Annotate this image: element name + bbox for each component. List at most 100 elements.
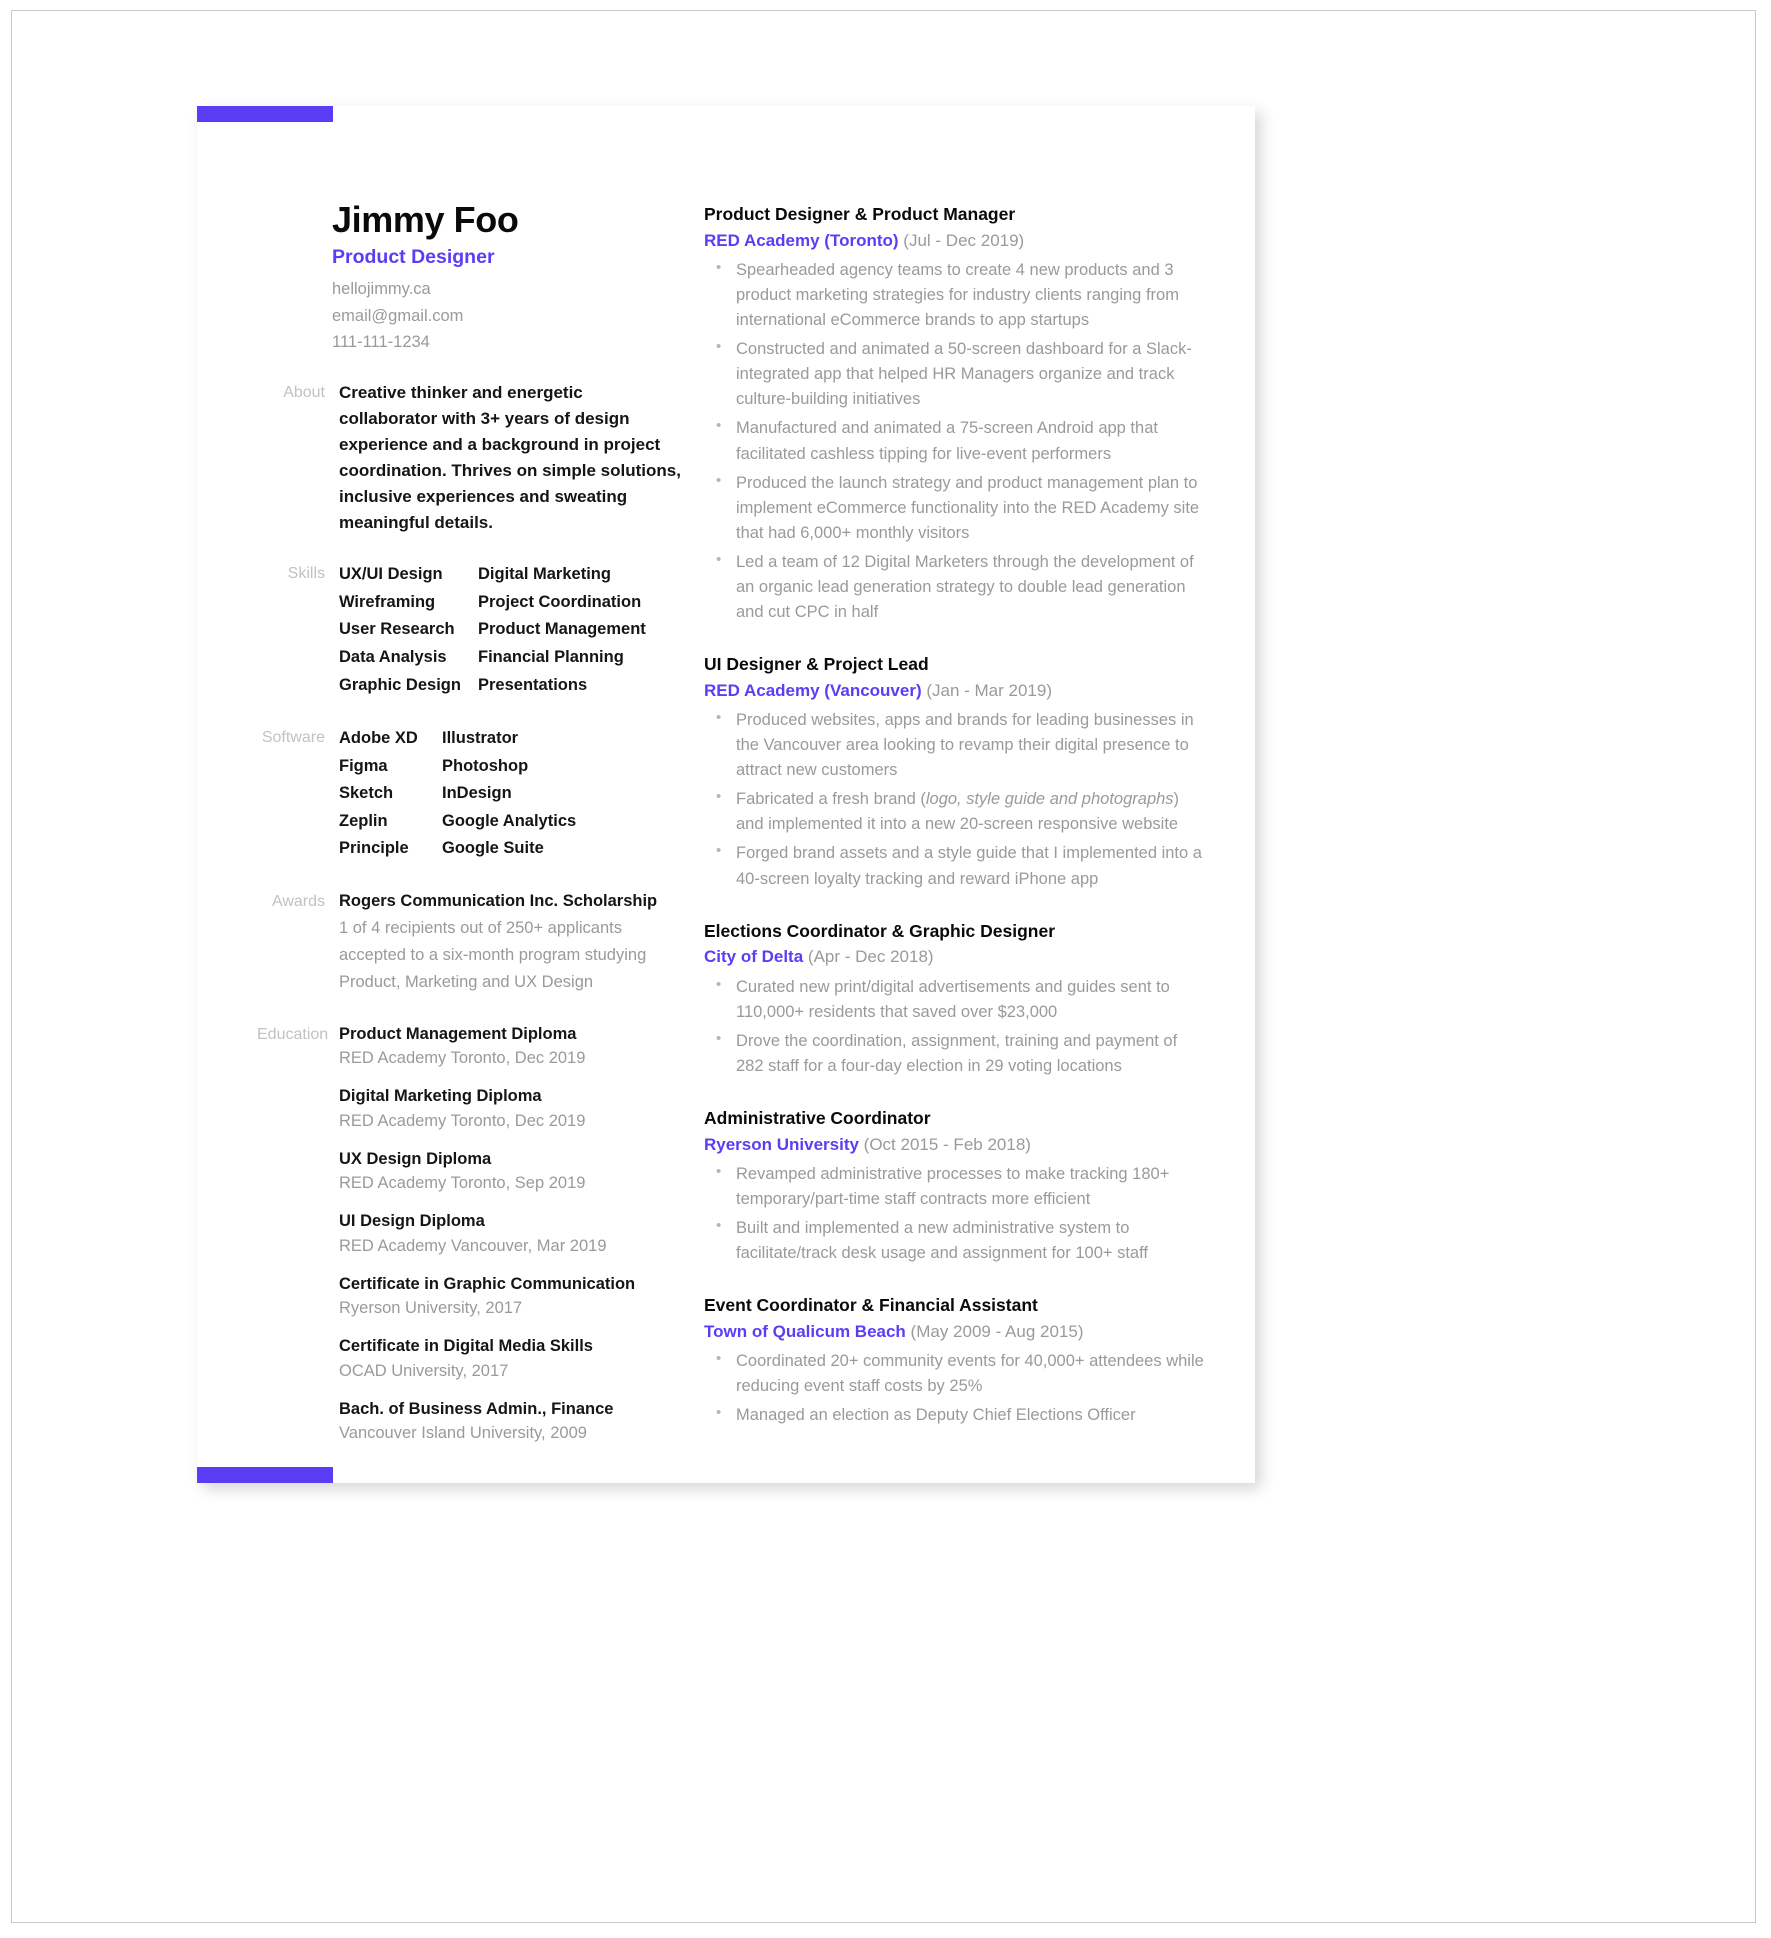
education-degree: Certificate in Digital Media Skills (339, 1337, 593, 1356)
experience-item: Product Designer & Product Manager RED Ac… (704, 202, 1204, 625)
education-degree: Bach. of Business Admin., Finance (339, 1399, 614, 1418)
education-school: OCAD University, 2017 (339, 1361, 509, 1380)
award-title: Rogers Communication Inc. Scholarship (339, 891, 658, 910)
award-description: 1 of 4 recipients out of 250+ applicants… (339, 919, 647, 991)
list-item: Principle (339, 839, 409, 858)
contact-phone: 111-111-1234 (332, 333, 430, 351)
education-school: Ryerson University, 2017 (339, 1299, 523, 1318)
job-title: Elections Coordinator & Graphic Designer (704, 920, 1056, 941)
education-school: RED Academy Vancouver, Mar 2019 (339, 1236, 607, 1255)
software-label: Software (261, 729, 325, 747)
section-software: Software Adobe XD Figma Sketch Zeplin Princi… (257, 725, 682, 863)
job-bullet: Managed an election as Deputy Chief Elec… (704, 1402, 1204, 1428)
list-item: Illustrator (442, 729, 519, 748)
section-education: Education Product Management Diploma RED … (257, 1022, 682, 1447)
list-item: Presentations (478, 675, 588, 694)
education-school: RED Academy Toronto, Dec 2019 (339, 1049, 586, 1068)
about-label: About (283, 384, 325, 402)
job-bullet-list: Produced websites, apps and brands for l… (704, 707, 1204, 892)
list-item: UX/UI Design (339, 565, 443, 584)
job-dates: (May 2009 - Aug 2015) (905, 1321, 1084, 1341)
education-school: RED Academy Toronto, Dec 2019 (339, 1111, 586, 1130)
list-item: User Research (339, 620, 455, 639)
job-bullet: Forged brand assets and a style guide th… (704, 840, 1204, 891)
job-title: Product Designer & Product Manager (704, 204, 1016, 224)
education-item: Digital Marketing Diploma RED Academy Tor… (339, 1084, 682, 1134)
job-meta: RED Academy (Toronto) (Jul - Dec 2019) (704, 229, 1204, 253)
list-item: Graphic Design (339, 675, 461, 694)
job-meta: Ryerson University (Oct 2015 - Feb 2018) (704, 1133, 1204, 1157)
list-item: Financial Planning (478, 648, 624, 667)
education-degree: Digital Marketing Diploma (339, 1087, 542, 1106)
education-item: UI Design Diploma RED Academy Vancouver, … (339, 1209, 682, 1259)
education-degree: Product Management Diploma (339, 1024, 577, 1043)
skills-column-b: Digital Marketing Project Coordination Pro… (478, 561, 682, 699)
experience-item: Event Coordinator & Financial Assistant T… (704, 1293, 1204, 1428)
candidate-role: Product Designer (332, 245, 495, 268)
list-item: Digital Marketing (478, 565, 611, 584)
job-bullet: Manufactured and animated a 75-screen An… (704, 415, 1204, 466)
education-degree: UX Design Diploma (339, 1149, 492, 1168)
software-column-b: Illustrator Photoshop InDesign Google Analy… (442, 725, 682, 863)
list-item: Google Suite (442, 839, 544, 858)
list-item: Zeplin (339, 811, 388, 830)
job-dates: (Jan - Mar 2019) (921, 680, 1053, 700)
section-about: About Creative thinker and energetic col… (257, 380, 682, 535)
job-company: RED Academy (Vancouver) (704, 680, 922, 700)
awards-label: Awards (271, 892, 325, 910)
job-bullet: Produced websites, apps and brands for l… (704, 707, 1204, 783)
education-school: RED Academy Toronto, Sep 2019 (339, 1174, 586, 1193)
job-bullet: Produced the launch strategy and product… (704, 470, 1204, 546)
page-frame: Jimmy Foo Product Designer hellojimmy.ca… (11, 10, 1756, 1923)
job-meta: RED Academy (Vancouver) (Jan - Mar 2019) (704, 679, 1204, 703)
section-awards: Awards Rogers Communication Inc. Scholar… (257, 889, 682, 996)
education-item: UX Design Diploma RED Academy Toronto, Se… (339, 1147, 682, 1197)
job-title: Event Coordinator & Financial Assistant (704, 1295, 1038, 1316)
list-item: Google Analytics (442, 811, 577, 830)
job-bullet: Coordinated 20+ community events for 40,… (704, 1348, 1204, 1399)
job-bullet: Constructed and animated a 50-screen das… (704, 336, 1204, 412)
education-degree: Certificate in Graphic Communication (339, 1274, 636, 1293)
skills-label: Skills (287, 565, 325, 583)
experience-column: Product Designer & Product Manager RED Ac… (704, 202, 1204, 1432)
list-item: Sketch (339, 784, 394, 803)
job-bullet: Drove the coordination, assignment, trai… (704, 1028, 1204, 1079)
experience-item: UI Designer & Project Lead RED Academy (V… (704, 652, 1204, 892)
list-item: Data Analysis (339, 648, 447, 667)
left-column: Jimmy Foo Product Designer hellojimmy.ca… (257, 201, 682, 1446)
education-list: Product Management Diploma RED Academy To… (339, 1022, 682, 1447)
candidate-name: Jimmy Foo (332, 199, 519, 240)
job-bullet-list: Spearheaded agency teams to create 4 new… (704, 257, 1204, 625)
job-dates: (Apr - Dec 2018) (803, 947, 934, 967)
section-skills: Skills UX/UI Design Wireframing User Resea… (257, 561, 682, 699)
list-item: InDesign (442, 784, 512, 803)
education-label: Education (257, 1025, 329, 1043)
about-text: Creative thinker and energetic collabora… (339, 383, 681, 532)
job-bullet: Fabricated a fresh brand (logo, style gu… (704, 786, 1204, 837)
contact-website: hellojimmy.ca (332, 280, 431, 299)
list-item: Product Management (478, 620, 646, 639)
resume-document: Jimmy Foo Product Designer hellojimmy.ca… (197, 106, 1255, 1483)
job-meta: Town of Qualicum Beach (May 2009 - Aug 2… (704, 1320, 1204, 1344)
job-dates: (Jul - Dec 2019) (898, 230, 1025, 250)
job-bullet-list: Coordinated 20+ community events for 40,… (704, 1348, 1204, 1428)
education-degree: UI Design Diploma (339, 1212, 485, 1231)
job-meta: City of Delta (Apr - Dec 2018) (704, 945, 1204, 969)
list-item: Wireframing (339, 592, 436, 611)
skills-column-a: UX/UI Design Wireframing User Research Data… (339, 561, 478, 699)
job-company: Town of Qualicum Beach (704, 1321, 906, 1341)
job-bullet: Spearheaded agency teams to create 4 new… (704, 257, 1204, 333)
job-bullet-list: Curated new print/digital advertisements… (704, 974, 1204, 1079)
job-bullet: Revamped administrative processes to mak… (704, 1161, 1204, 1212)
list-item: Adobe XD (339, 729, 418, 748)
education-item: Product Management Diploma RED Academy To… (339, 1022, 682, 1072)
job-dates: (Oct 2015 - Feb 2018) (858, 1134, 1031, 1154)
list-item: Photoshop (442, 756, 529, 775)
job-title: UI Designer & Project Lead (704, 654, 929, 675)
education-item: Bach. of Business Admin., Finance Vancouv… (339, 1397, 682, 1447)
list-item: Figma (339, 756, 388, 775)
list-item: Project Coordination (478, 592, 642, 611)
job-bullet-list: Revamped administrative processes to mak… (704, 1161, 1204, 1266)
education-item: Certificate in Graphic Communication Ryer… (339, 1272, 682, 1322)
job-title: Administrative Coordinator (704, 1107, 931, 1128)
